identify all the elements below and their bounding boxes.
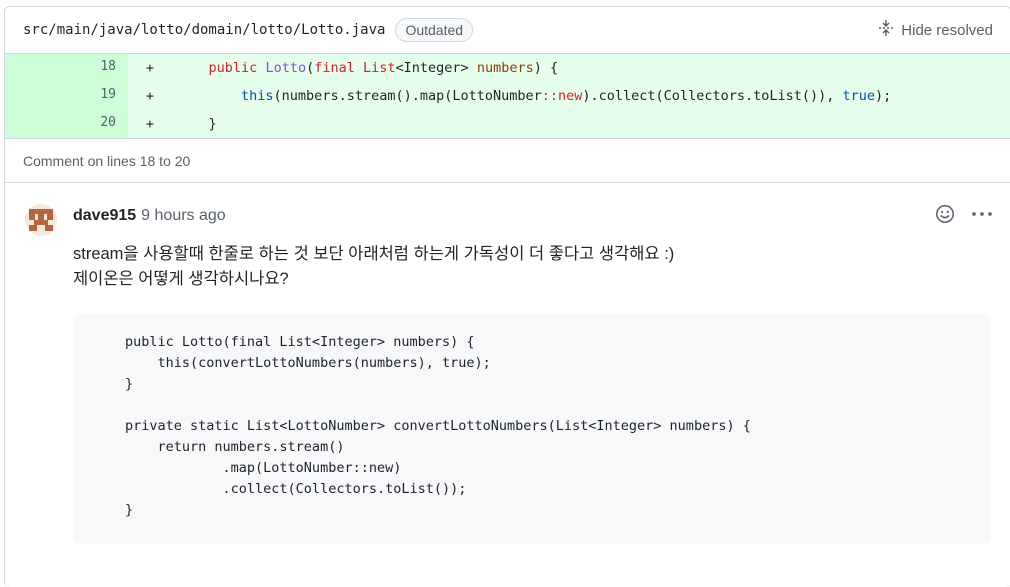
comment-body: stream을 사용할때 한줄로 하는 것 보단 아래처럼 하는게 가독성이 더… [73, 242, 993, 292]
review-comment: dave915 9 hours ago stream을 사용할때 한줄로 하는 … [5, 183, 1010, 544]
diff-hunk: 18 + public Lotto(final List<Integer> nu… [5, 54, 1010, 139]
comment-timestamp[interactable]: 9 hours ago [141, 207, 226, 225]
diff-line: 18 + public Lotto(final List<Integer> nu… [5, 54, 1010, 82]
code-line: } [176, 116, 217, 132]
comment-actions [935, 204, 993, 229]
line-number[interactable]: 19 [5, 82, 128, 110]
add-marker: + [145, 88, 155, 104]
line-number[interactable]: 18 [5, 54, 128, 82]
kebab-horizontal-icon[interactable] [971, 204, 993, 229]
hide-resolved-button[interactable]: Hide resolved [878, 19, 993, 41]
author-name[interactable]: dave915 [73, 207, 136, 225]
review-thread: src/main/java/lotto/domain/lotto/Lotto.j… [4, 6, 1010, 587]
comment-header: dave915 9 hours ago [73, 203, 993, 229]
file-path[interactable]: src/main/java/lotto/domain/lotto/Lotto.j… [23, 22, 385, 38]
suggested-code-block: public Lotto(final List<Integer> numbers… [73, 314, 991, 544]
comment-on-lines: Comment on lines 18 to 20 [5, 139, 1010, 183]
code-line: this(numbers.stream().map(LottoNumber::n… [241, 88, 892, 104]
add-marker: + [145, 60, 155, 76]
file-header: src/main/java/lotto/domain/lotto/Lotto.j… [5, 7, 1010, 54]
code-line: public Lotto(final List<Integer> numbers… [208, 60, 559, 76]
diff-line: 20 + } [5, 110, 1010, 138]
smiley-icon[interactable] [935, 204, 955, 229]
comment-text-line: stream을 사용할때 한줄로 하는 것 보단 아래처럼 하는게 가독성이 더… [73, 245, 675, 263]
fold-icon [878, 19, 901, 41]
diff-line: 19 + this(numbers.stream().map(LottoNumb… [5, 82, 1010, 110]
avatar[interactable] [25, 204, 57, 236]
outdated-badge: Outdated [395, 18, 474, 42]
add-marker: + [145, 116, 155, 132]
comment-text-line: 제이온은 어떻게 생각하시나요? [73, 270, 289, 288]
line-number[interactable]: 20 [5, 110, 128, 138]
hide-resolved-label: Hide resolved [901, 21, 993, 39]
